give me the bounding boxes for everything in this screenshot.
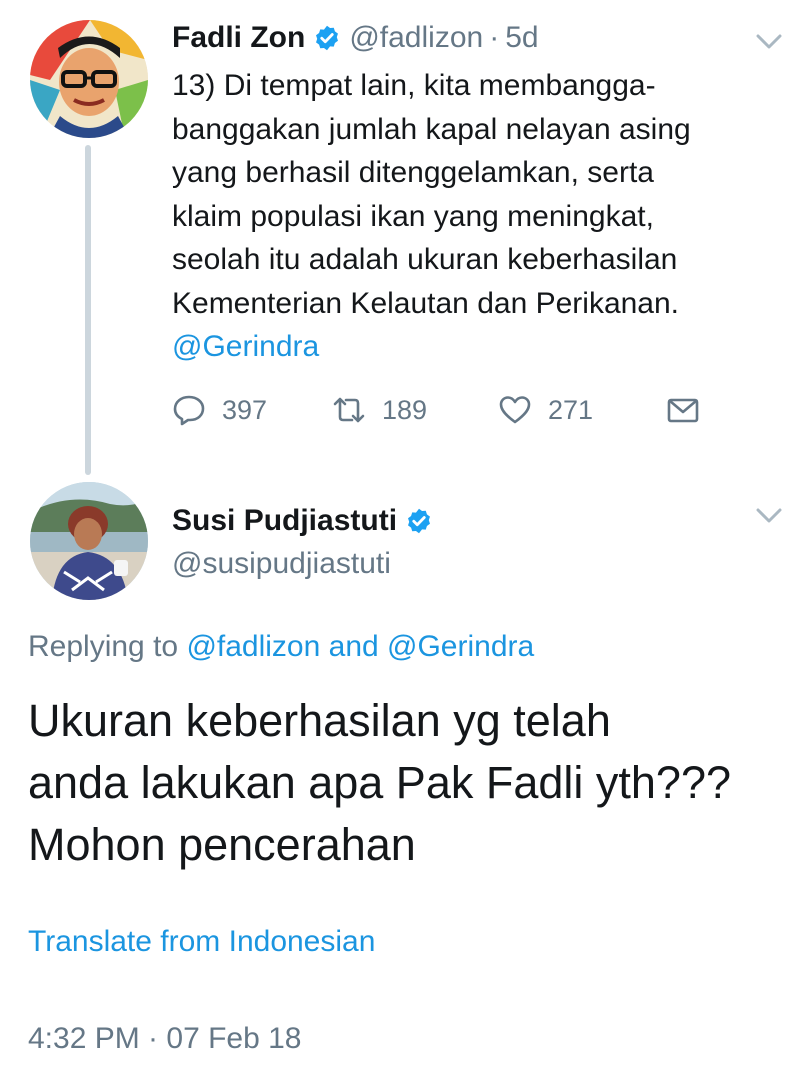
- avatar-fadli-zon[interactable]: [30, 20, 148, 138]
- separator: ·: [489, 21, 500, 54]
- replying-prefix: Replying to: [28, 630, 187, 663]
- chevron-down-icon[interactable]: [755, 507, 783, 525]
- avatar-photo-icon: [30, 482, 148, 600]
- direct-message-button[interactable]: [666, 393, 716, 427]
- tweet-text-line: klaim populasi ikan yang meningkat,: [172, 199, 654, 233]
- author-name[interactable]: Susi Pudjiastuti: [172, 504, 397, 538]
- tweet-text-line: 13) Di tempat lain, kita membangga-: [172, 69, 656, 102]
- retweet-count: 189: [382, 394, 428, 425]
- thread-connector-line: [85, 145, 91, 475]
- tweet-text-line: Kementerian Kelautan dan Perikanan.: [172, 286, 680, 320]
- chevron-down-icon[interactable]: [755, 33, 783, 51]
- author-name[interactable]: Fadli Zon: [172, 21, 305, 55]
- author-handle[interactable]: @fadlizon: [349, 21, 483, 55]
- tweet-text-line: Mohon pencerahan: [28, 819, 416, 870]
- replying-to: Replying to @fadlizon and @Gerindra: [28, 630, 534, 664]
- tweet-text-line: seolah itu adalah ukuran keberhasilan: [172, 243, 678, 276]
- replying-to-mentions[interactable]: @fadlizon and @Gerindra: [186, 630, 534, 663]
- avatar-susi-pudjiastuti[interactable]: [30, 482, 148, 600]
- reply-tweet-text: Ukuran keberhasilan yg telah anda lakuka…: [28, 690, 788, 876]
- tweet-age[interactable]: 5d: [505, 21, 538, 55]
- reply-button[interactable]: 397: [172, 393, 267, 427]
- direct-message-icon: [667, 398, 699, 423]
- tweet-text-line: banggakan jumlah kapal nelayan asing: [172, 112, 691, 146]
- like-button[interactable]: 271: [498, 393, 593, 427]
- tweet-timestamp: 4:32 PM · 07 Feb 18: [28, 1022, 302, 1055]
- like-icon: [499, 396, 531, 424]
- like-count: 271: [548, 394, 594, 425]
- retweet-button[interactable]: 189: [332, 393, 427, 427]
- reply-tweet-header: Susi Pudjiastuti: [172, 500, 441, 542]
- tweet-text: 13) Di tempat lain, kita membangga- bang…: [172, 64, 772, 369]
- reply-icon: [173, 395, 205, 426]
- author-handle[interactable]: @susipudjiastuti: [172, 547, 391, 581]
- reply-count: 397: [222, 394, 268, 425]
- verified-badge-icon: [408, 508, 430, 534]
- mention-link[interactable]: @Gerindra: [172, 325, 772, 369]
- verified-badge-icon: [316, 25, 339, 51]
- original-tweet: Fadli Zon @fadlizon · 5d 13) Di tempat l…: [0, 0, 800, 475]
- retweet-icon: [333, 397, 365, 423]
- tweet-header: Fadli Zon @fadlizon · 5d: [172, 18, 539, 58]
- tweet-text-line: yang berhasil ditenggelamkan, serta: [172, 156, 654, 189]
- avatar-illustration-icon: [30, 20, 148, 138]
- tweet-text-line: anda lakukan apa Pak Fadli yth???: [28, 757, 731, 808]
- translate-link[interactable]: Translate from Indonesian: [28, 925, 375, 959]
- tweet-text-line: Ukuran keberhasilan yg telah: [28, 695, 611, 746]
